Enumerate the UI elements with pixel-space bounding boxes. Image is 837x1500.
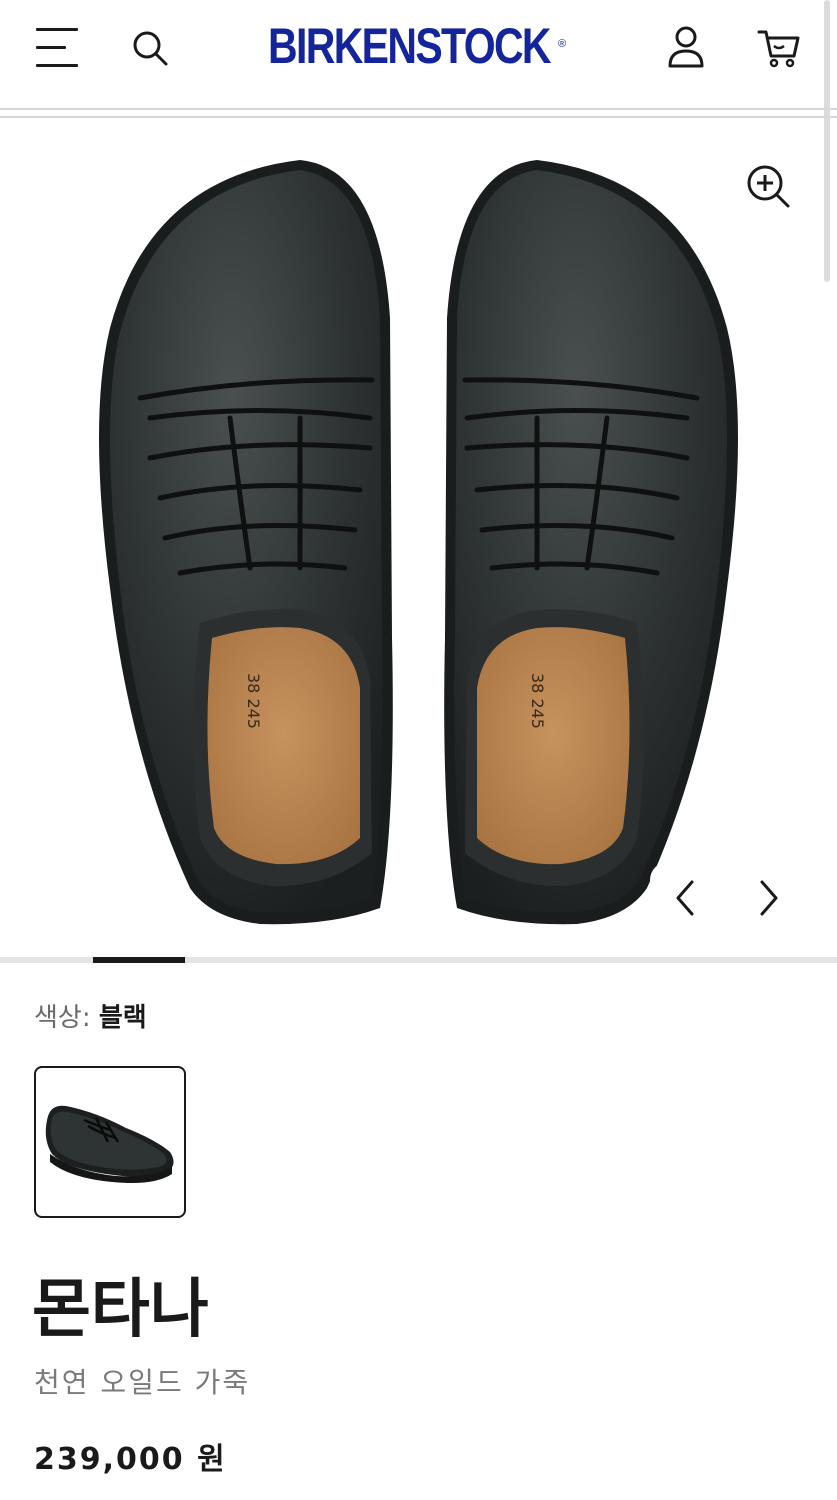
hamburger-menu-icon[interactable] — [36, 26, 78, 70]
color-swatch-black[interactable] — [34, 1066, 186, 1218]
site-header: BIRKENSTOCK ® — [0, 0, 837, 110]
brand-logo[interactable]: BIRKENSTOCK — [268, 16, 552, 76]
cart-icon[interactable] — [756, 26, 802, 70]
swatch-shoe-image — [45, 1105, 174, 1183]
page-scrollbar[interactable] — [824, 0, 830, 282]
color-selection: 색상: 블랙 — [34, 1000, 147, 1036]
insole-size-print: 38 245 — [244, 673, 263, 729]
user-icon[interactable] — [664, 24, 708, 70]
insole-size-print: 38 245 — [528, 673, 547, 729]
product-image-gallery[interactable]: 38 245 38 245 — [0, 118, 837, 956]
color-label: 색상: — [34, 1003, 91, 1033]
left-shoe: 38 245 — [99, 160, 393, 925]
product-image: 38 245 38 245 — [99, 160, 738, 925]
registered-mark: ® — [558, 38, 567, 50]
product-title: 몬타나 — [32, 1273, 209, 1347]
gallery-progress-indicator — [93, 957, 185, 963]
zoom-in-icon[interactable] — [744, 162, 794, 212]
right-shoe: 38 245 — [444, 160, 738, 925]
product-price: 239,000 원 — [34, 1442, 227, 1477]
chevron-left-icon[interactable] — [664, 868, 708, 928]
search-icon[interactable] — [128, 26, 172, 70]
chevron-right-icon[interactable] — [746, 868, 790, 928]
product-subtitle: 천연 오일드 가죽 — [34, 1366, 251, 1399]
color-value: 블랙 — [98, 1003, 147, 1033]
